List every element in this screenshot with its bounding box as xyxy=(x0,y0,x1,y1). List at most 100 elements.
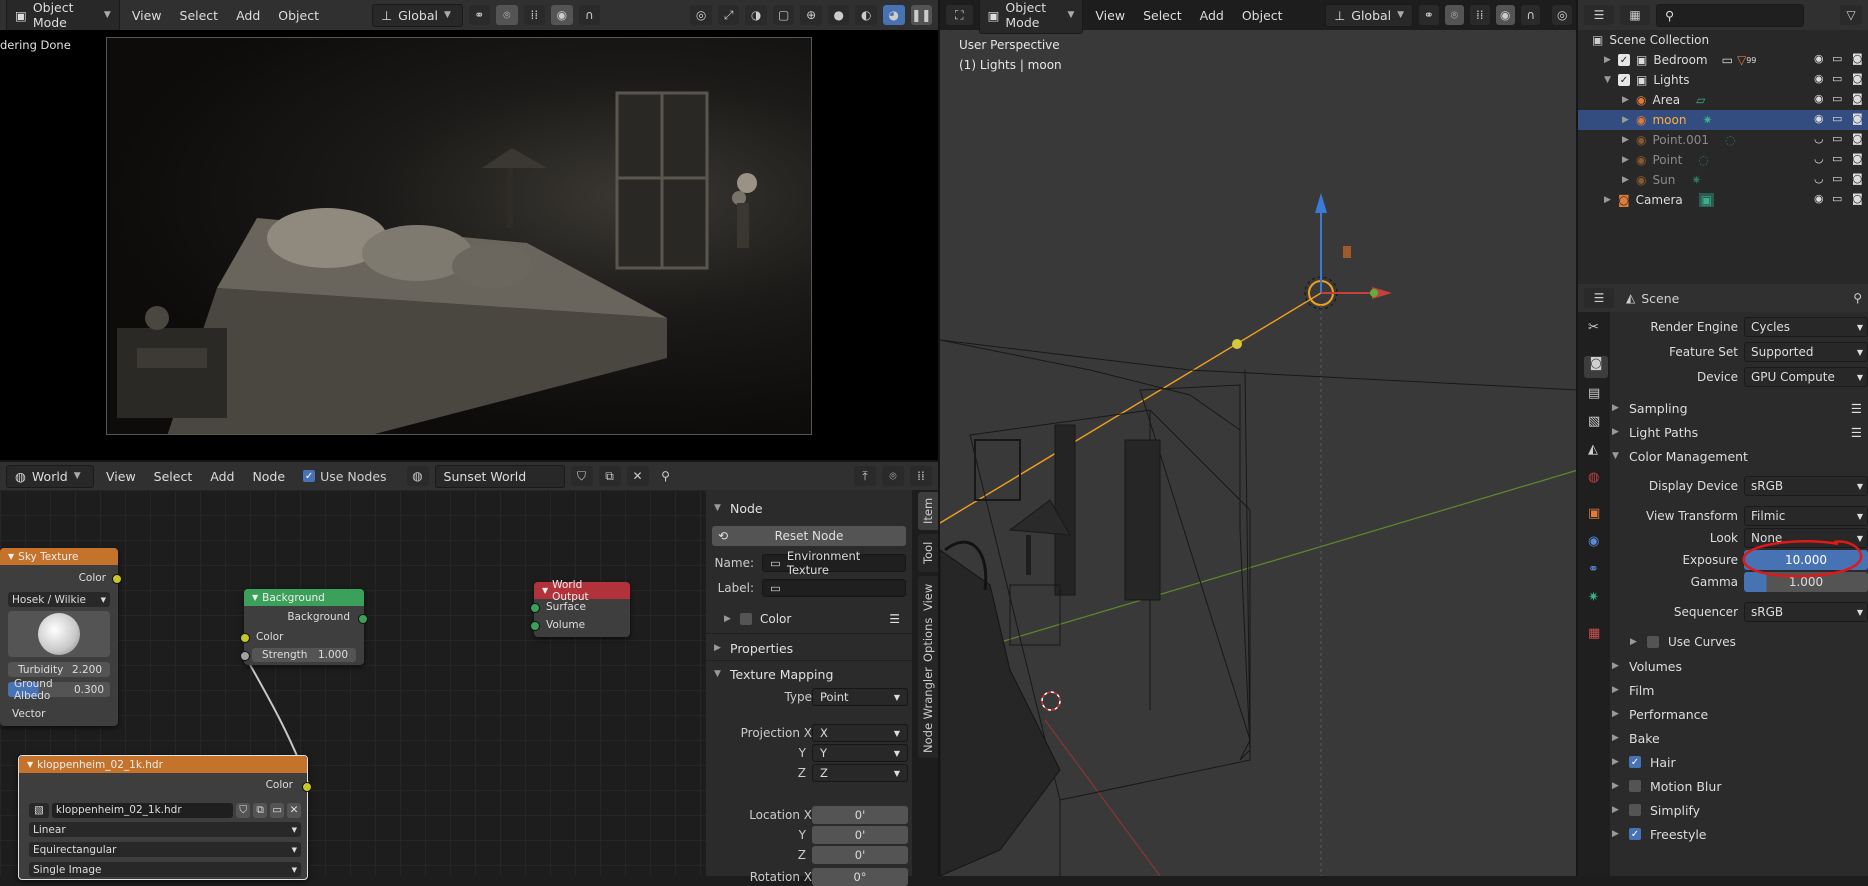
feature-set-dropdown[interactable]: Supported ▼ xyxy=(1744,342,1868,362)
outliner-search[interactable]: ⚲ xyxy=(1656,3,1804,27)
monitor-icon[interactable]: ▭ xyxy=(1832,72,1842,85)
menu-view[interactable]: View xyxy=(1089,6,1131,25)
outliner-row-point-001[interactable]: ▶ ◉ Point.001 ◌ xyxy=(1578,130,1868,150)
solid-shading-icon[interactable]: ● xyxy=(827,5,850,25)
presets-icon[interactable]: ☰ xyxy=(1851,425,1862,440)
performance-panel[interactable]: ▶ Performance xyxy=(1612,703,1708,725)
eye-icon[interactable]: ◉ xyxy=(1814,52,1824,65)
gizmo-icon[interactable]: ⤢ xyxy=(717,5,740,25)
pin-icon[interactable]: ⚲ xyxy=(1853,291,1862,305)
outliner-row-bedroom[interactable]: ▶ ✓ ▣ Bedroom ▭ ▽ 99 xyxy=(1578,50,1868,70)
visibility-icon[interactable]: ◎ xyxy=(690,5,712,25)
monitor-icon[interactable]: ▭ xyxy=(1832,52,1842,65)
projection-dropdown[interactable]: Equirectangular ▼ xyxy=(29,842,301,857)
checkbox-checked-icon[interactable]: ✓ xyxy=(1629,756,1641,768)
volumes-panel[interactable]: ▶ Volumes xyxy=(1612,655,1682,677)
film-panel[interactable]: ▶ Film xyxy=(1612,679,1654,701)
light-paths-panel[interactable]: ▶ Light Paths ☰ xyxy=(1612,421,1862,443)
menu-node[interactable]: Node xyxy=(246,467,291,486)
node-label-field[interactable]: ▭ xyxy=(762,579,906,597)
input-socket[interactable] xyxy=(240,633,250,643)
menu-add[interactable]: Add xyxy=(230,6,266,25)
checkbox-icon[interactable] xyxy=(740,613,752,625)
falloff-icon[interactable]: ∩ xyxy=(1521,5,1541,25)
snap-grid-icon[interactable]: ⁞⁞ xyxy=(523,5,546,25)
camera-icon[interactable]: ◙ xyxy=(1852,52,1863,65)
material-shading-icon[interactable]: ◐ xyxy=(855,5,877,25)
view-layer-tab-icon[interactable]: ▧ xyxy=(1588,414,1600,429)
camera-icon[interactable]: ◙ xyxy=(1852,92,1863,105)
eye-closed-icon[interactable]: ◡ xyxy=(1814,152,1824,165)
rotation-x-field[interactable]: 0° xyxy=(812,868,908,886)
monitor-icon[interactable]: ▭ xyxy=(1832,112,1842,125)
menu-view[interactable]: View xyxy=(126,6,168,25)
checkbox-icon[interactable] xyxy=(1647,636,1659,648)
new-image-icon[interactable]: ⧉ xyxy=(253,802,268,818)
snap-grid-icon[interactable]: ⁞⁞ xyxy=(1470,5,1490,25)
camera-icon[interactable]: ◙ xyxy=(1852,192,1863,205)
mode-dropdown[interactable]: ▣ Object Mode ▼ xyxy=(6,0,120,34)
monitor-icon[interactable]: ▭ xyxy=(1832,132,1842,145)
node-name-field[interactable]: ▭ Environment Texture xyxy=(762,549,906,577)
input-socket[interactable] xyxy=(530,621,540,631)
output-socket[interactable] xyxy=(358,614,368,624)
location-z-field[interactable]: 0' xyxy=(812,846,908,864)
sky-model-dropdown[interactable]: Hosek / Wilkie ▼ xyxy=(8,592,110,607)
constraint-tab-icon[interactable]: ⚭ xyxy=(1588,562,1599,577)
outliner-row-lights[interactable]: ▼ ✓ ▣ Lights xyxy=(1578,70,1868,90)
snap-icon[interactable]: ⌾ xyxy=(1444,5,1465,25)
monitor-icon[interactable]: ▭ xyxy=(1832,152,1842,165)
checkbox-checked-icon[interactable]: ✓ xyxy=(1629,828,1641,840)
scene-tab-icon[interactable]: ◭ xyxy=(1588,442,1598,457)
tool-tab-icon[interactable]: ✂ xyxy=(1588,320,1599,335)
open-folder-icon[interactable]: ▭ xyxy=(270,802,285,818)
editor-type-dropdown[interactable]: ◍ World ▼ xyxy=(6,464,94,488)
strength-field[interactable]: Strength 1.000 xyxy=(252,648,356,662)
turbidity-field[interactable]: Turbidity 2.200 xyxy=(8,662,110,677)
menu-select[interactable]: Select xyxy=(1137,6,1188,25)
visibility-icon[interactable]: ◎ xyxy=(1552,5,1572,25)
presets-icon[interactable]: ☰ xyxy=(1851,401,1862,416)
menu-select[interactable]: Select xyxy=(174,6,225,25)
camera-icon[interactable]: ◙ xyxy=(1852,152,1863,165)
wireframe-shading-icon[interactable]: ⊕ xyxy=(800,5,822,25)
orientation-dropdown[interactable]: ⊥ Global ▼ xyxy=(1325,3,1414,27)
parent-icon[interactable]: ⤒ xyxy=(854,466,876,486)
color-management-panel[interactable]: ▼ Color Management xyxy=(1612,445,1748,467)
checkbox-icon[interactable] xyxy=(1629,780,1641,792)
node-snap-mode-icon[interactable]: ⁞⁞ xyxy=(910,466,932,486)
outliner-row-point[interactable]: ▶ ◉ Point ◌ xyxy=(1578,150,1868,170)
projection-z-dropdown[interactable]: Z ▼ xyxy=(812,764,908,782)
list-icon[interactable]: ☰ xyxy=(889,612,900,626)
outliner-row-sun[interactable]: ▶ ◉ Sun ✷ xyxy=(1578,170,1868,190)
render-tab-icon[interactable]: ◙ xyxy=(1584,356,1608,378)
snap-node-icon[interactable]: ⌾ xyxy=(882,466,904,486)
use-nodes-toggle[interactable]: ✓ Use Nodes xyxy=(303,469,387,484)
fake-user-icon[interactable]: ⛉ xyxy=(236,802,251,818)
freestyle-panel[interactable]: ▶ ✓ Freestyle xyxy=(1612,823,1707,845)
node-background[interactable]: ▼ Background Background Color Strength 1.0… xyxy=(240,589,368,665)
tab-tool[interactable]: Tool xyxy=(918,534,938,572)
menu-add[interactable]: Add xyxy=(204,467,240,486)
fake-user-icon[interactable]: ⛉ xyxy=(570,466,593,486)
falloff-icon[interactable]: ∩ xyxy=(578,5,601,25)
monitor-icon[interactable]: ▭ xyxy=(1832,92,1842,105)
orientation-dropdown[interactable]: ⊥ Global ▼ xyxy=(372,3,463,27)
overlay-icon[interactable]: ◑ xyxy=(745,5,767,25)
ground-albedo-field[interactable]: Ground Albedo 0.300 xyxy=(8,678,110,702)
outliner-row-area[interactable]: ▶ ◉ Area ▱ xyxy=(1578,90,1868,110)
pin-icon[interactable]: ⚲ xyxy=(655,466,677,486)
bake-panel[interactable]: ▶ Bake xyxy=(1612,727,1660,749)
editor-type-icon[interactable]: ⛶ xyxy=(946,5,973,25)
checkbox-checked-icon[interactable]: ✓ xyxy=(1618,54,1630,66)
use-curves-subpanel[interactable]: ▶ Use Curves xyxy=(1630,631,1736,653)
xray-icon[interactable]: ▢ xyxy=(772,5,795,25)
motion-blur-panel[interactable]: ▶ Motion Blur xyxy=(1612,775,1721,797)
editor-type-icon[interactable]: ☰ xyxy=(1584,5,1614,25)
texture-mapping-header[interactable]: ▼ Texture Mapping xyxy=(706,662,912,686)
node-environment-texture[interactable]: ▼ kloppenheim_02_1k.hdr Color ▧ kloppenhe… xyxy=(18,755,312,880)
duplicate-icon[interactable]: ⧉ xyxy=(598,466,621,486)
camera-icon[interactable]: ◙ xyxy=(1852,132,1863,145)
tab-options[interactable]: Options xyxy=(918,612,938,668)
monitor-icon[interactable]: ▭ xyxy=(1832,192,1842,205)
